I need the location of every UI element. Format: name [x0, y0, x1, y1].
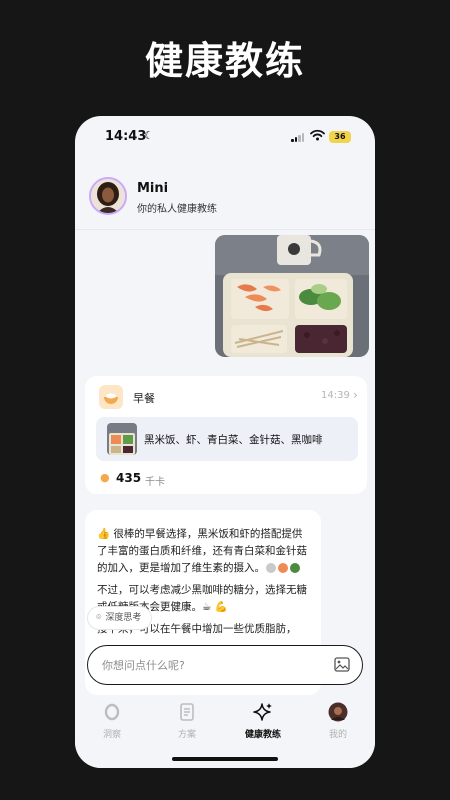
tab-label: 洞察: [102, 730, 121, 740]
shrimp-icon: [278, 563, 288, 573]
coach-avatar[interactable]: [89, 177, 127, 215]
foods-list: 黑米饭、虾、青白菜、金针菇、黑咖啡: [144, 434, 323, 446]
chat-input[interactable]: [102, 656, 322, 674]
home-indicator: [172, 757, 278, 761]
flame-icon: ●: [100, 471, 110, 484]
tab-insights[interactable]: 洞察: [82, 702, 142, 742]
bowl-icon: [99, 385, 123, 409]
location-pin-icon: ⌾: [96, 613, 102, 623]
meal-photo[interactable]: [215, 235, 369, 357]
phone-screen: 14:43 ☾ 36 Mini 你的私人健康教练 早餐 14:39 › 黑米饭、…: [75, 116, 375, 768]
tab-health-coach[interactable]: 健康教练: [233, 702, 293, 742]
calories-value: 435: [116, 471, 142, 485]
coach-header: Mini 你的私人健康教练: [75, 172, 375, 230]
broccoli-icon: [290, 563, 300, 573]
promo-headline: 健康教练: [144, 39, 305, 83]
deep-think-toggle[interactable]: ⌾ 深度思考: [87, 606, 153, 630]
image-upload-icon[interactable]: [334, 657, 350, 672]
chat-input-bar[interactable]: [87, 645, 363, 685]
coach-name: Mini: [137, 181, 169, 196]
battery-indicator: 36: [329, 131, 351, 143]
deep-think-label: 深度思考: [105, 613, 142, 623]
tab-plans[interactable]: 方案: [157, 702, 217, 742]
tab-label: 我的: [328, 730, 347, 740]
meal-type-label: 早餐: [133, 392, 155, 405]
moon-icon: ☾: [144, 129, 154, 142]
tab-label: 方案: [177, 730, 196, 740]
meal-time: 14:39: [321, 390, 350, 401]
coach-subtitle: 你的私人健康教练: [137, 204, 217, 215]
ring-icon: [104, 703, 120, 721]
avatar-icon: [328, 702, 348, 722]
emoji-icon: [266, 563, 276, 573]
meal-thumbnail: [107, 423, 137, 455]
tab-label: 健康教练: [244, 730, 281, 740]
tab-profile[interactable]: 我的: [308, 702, 368, 742]
chevron-right-icon[interactable]: ›: [353, 388, 358, 402]
status-bar: 14:43 ☾ 36: [75, 116, 375, 158]
document-icon: [180, 703, 194, 721]
calories-unit: 千卡: [145, 477, 165, 488]
signal-icon: [291, 132, 305, 142]
status-time: 14:43: [105, 129, 147, 144]
meal-record-card[interactable]: 早餐 14:39 › 黑米饭、虾、青白菜、金针菇、黑咖啡 ● 435 千卡: [85, 376, 367, 494]
sparkle-icon: [253, 703, 272, 721]
foods-summary: 黑米饭、虾、青白菜、金针菇、黑咖啡: [96, 417, 358, 461]
wifi-icon: [310, 129, 325, 141]
